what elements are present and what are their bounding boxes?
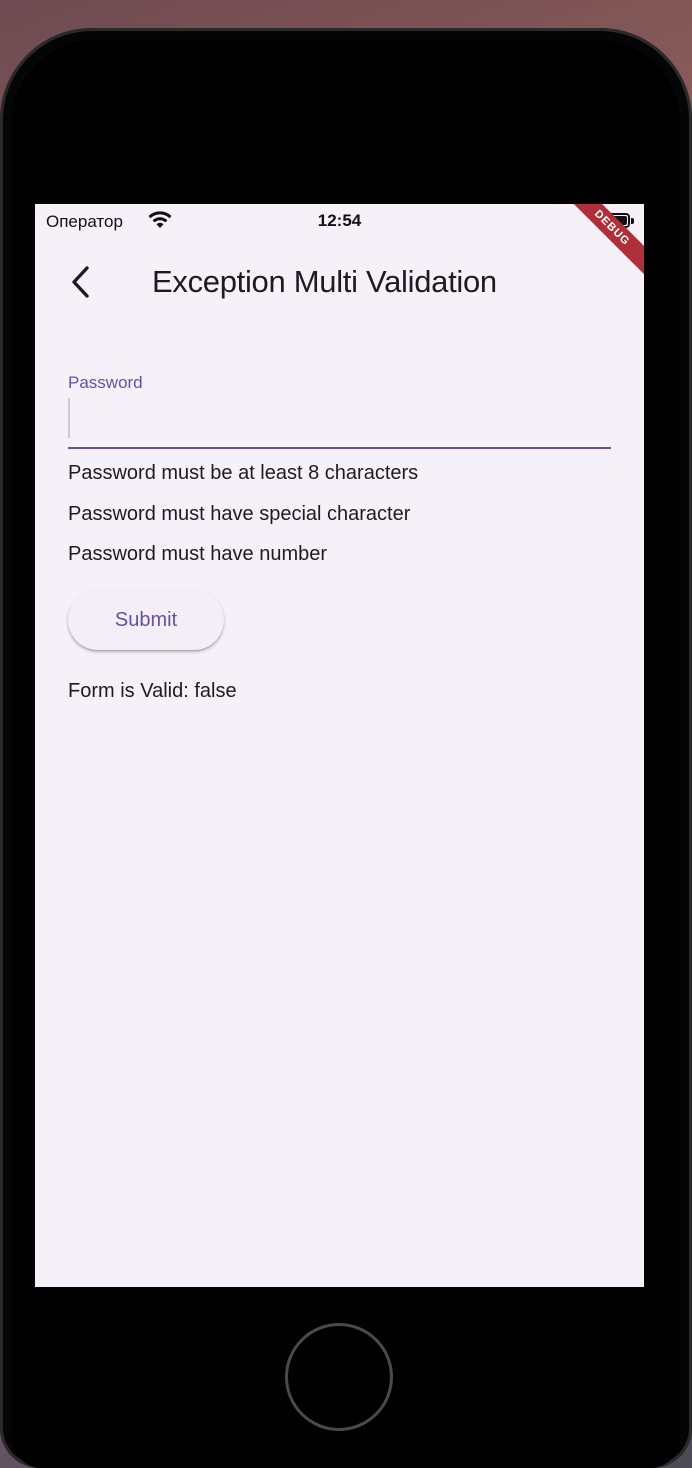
error-number: Password must have number: [68, 543, 328, 565]
home-button[interactable]: [285, 1323, 393, 1431]
chevron-left-icon: [69, 265, 93, 304]
text-cursor: [68, 398, 70, 438]
password-field[interactable]: [68, 397, 611, 449]
password-label: Password: [68, 373, 143, 392]
submit-button[interactable]: Submit: [68, 590, 224, 650]
back-button[interactable]: [59, 262, 103, 306]
app-screen: Оператор 12:54 DEBUG Exception Multi Val…: [35, 204, 644, 1287]
page-title: Exception Multi Validation: [152, 264, 497, 299]
status-time: 12:54: [317, 211, 362, 230]
error-min-length: Password must be at least 8 characters: [68, 462, 419, 484]
form-valid-status: Form is Valid: false: [68, 680, 237, 702]
app-bar: Exception Multi Validation: [35, 252, 644, 316]
error-special-char: Password must have special character: [68, 503, 411, 525]
status-bar: Оператор 12:54: [35, 204, 644, 240]
battery-cap: [631, 218, 634, 224]
